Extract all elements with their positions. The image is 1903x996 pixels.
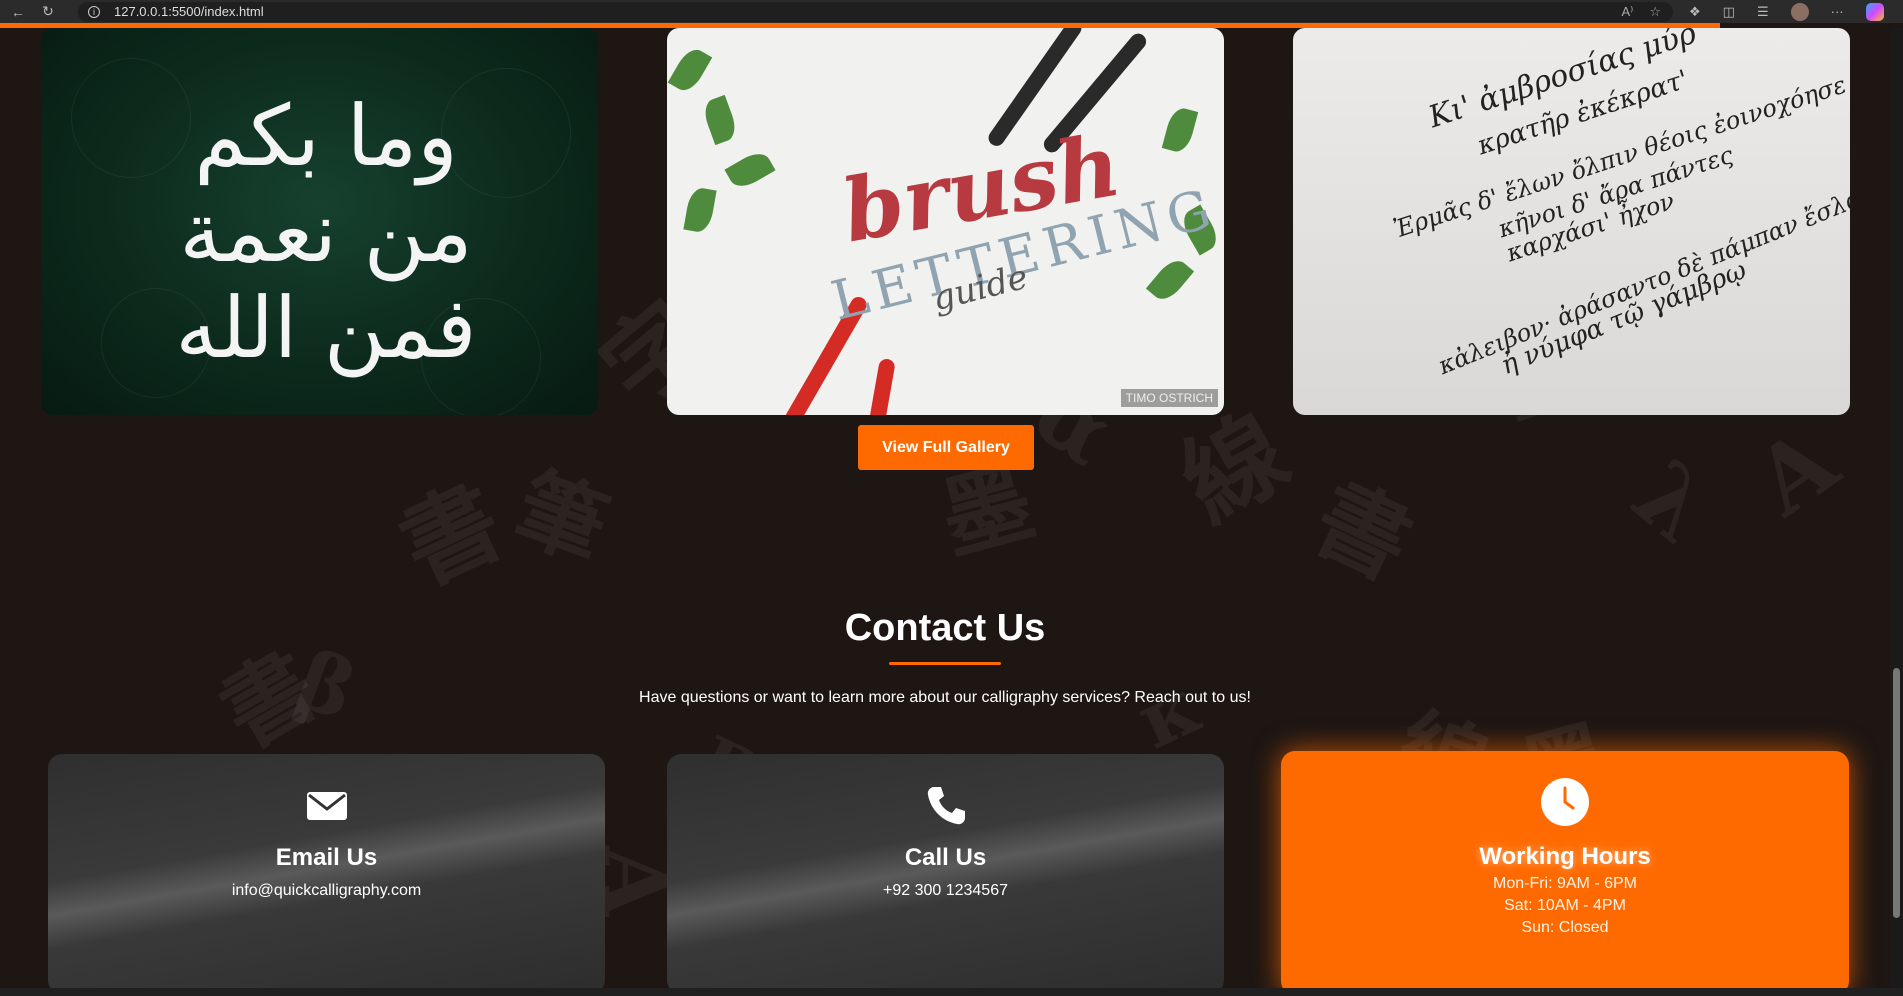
phone-icon [927, 787, 965, 825]
browser-toolbar: ← ↻ i 127.0.0.1:5500/index.html A⁾ ☆ ❖ ◫… [0, 0, 1903, 23]
arabic-calligraphy-image[interactable]: وما بكم من نعمة فمن الله [41, 28, 598, 415]
phone-card[interactable]: Call Us +92 300 1234567 [667, 754, 1224, 994]
os-taskbar [0, 988, 1903, 996]
arabic-calligraphy-text: وما بكم من نعمة فمن الله [175, 87, 477, 377]
more-menu-icon[interactable]: ··· [1831, 4, 1844, 19]
info-icon[interactable]: i [88, 5, 100, 18]
read-aloud-icon[interactable]: A⁾ [1621, 4, 1633, 20]
url-text: 127.0.0.1:5500/index.html [114, 4, 264, 19]
scrollbar-thumb[interactable] [1893, 668, 1900, 918]
contact-section-title: Contact Us [844, 607, 1046, 649]
email-card[interactable]: Email Us info@quickcalligraphy.com [48, 754, 605, 994]
card-title: Working Hours [1479, 843, 1651, 870]
profile-avatar[interactable] [1790, 2, 1809, 21]
copilot-icon[interactable] [1865, 2, 1884, 21]
hours-line: Sat: 10AM - 4PM [1504, 897, 1626, 914]
hours-line: Mon-Fri: 9AM - 6PM [1492, 875, 1637, 892]
card-title: Call Us [904, 844, 987, 871]
working-hours-card[interactable]: Working Hours Mon-Fri: 9AM - 6PM Sat: 10… [1281, 751, 1849, 995]
title-underline [889, 662, 1001, 665]
page-scrollbar[interactable] [1890, 28, 1903, 988]
envelope-icon [306, 792, 347, 820]
card-title: Email Us [275, 844, 378, 871]
address-bar[interactable]: i 127.0.0.1:5500/index.html A⁾ ☆ [78, 1, 1673, 22]
phone-number[interactable]: +92 300 1234567 [667, 882, 1224, 900]
favorite-star-icon[interactable]: ☆ [1649, 4, 1661, 20]
back-icon[interactable]: ← [6, 2, 30, 22]
split-screen-icon[interactable]: ◫ [1723, 4, 1735, 20]
favorites-icon[interactable]: ☰ [1757, 4, 1769, 20]
clock-icon [1541, 778, 1589, 826]
contact-subtitle: Have questions or want to learn more abo… [639, 689, 1251, 706]
extensions-icon[interactable]: ❖ [1689, 4, 1701, 20]
brush-lettering-image[interactable]: brush LETTERING guide TIMO OSTRICH [667, 28, 1224, 415]
reload-icon[interactable]: ↻ [36, 2, 60, 22]
view-full-gallery-button[interactable]: View Full Gallery [858, 425, 1034, 470]
hours-line: Sun: Closed [1521, 919, 1609, 936]
email-address[interactable]: info@quickcalligraphy.com [48, 882, 605, 900]
photo-credit: TIMO OSTRICH [1120, 389, 1218, 407]
greek-calligraphy-image[interactable]: Κι' ἀμβροσίας μύρ κρατῆρ ἐκέκρατ' Ἐρμᾶς … [1293, 28, 1850, 415]
